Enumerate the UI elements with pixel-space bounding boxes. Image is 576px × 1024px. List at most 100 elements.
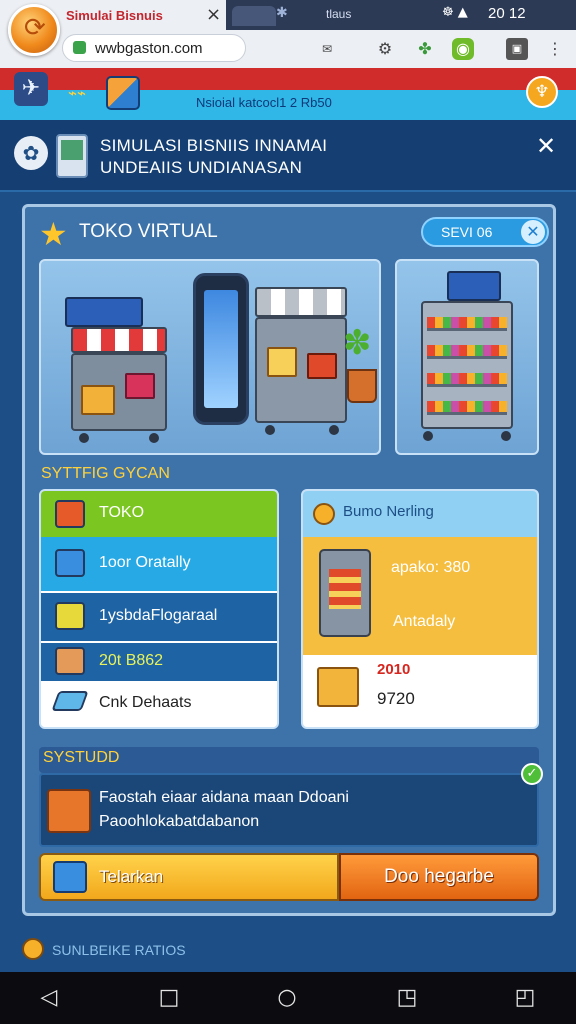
stats-value-2: Antadaly xyxy=(393,613,456,630)
shelf-row xyxy=(427,345,507,359)
goods-box-icon xyxy=(81,385,115,415)
shop-scene-shelf[interactable] xyxy=(395,259,539,455)
wheel-icon xyxy=(329,425,339,435)
lock-icon xyxy=(73,41,86,54)
notice-line1: Faostah eiaar aidana maan Ddoani xyxy=(99,789,349,806)
close-icon[interactable]: ✕ xyxy=(536,132,556,160)
url-text[interactable]: wwbgaston.com xyxy=(95,40,203,57)
bookmark-icon[interactable]: ◳ xyxy=(392,984,422,1012)
stats-value-1: apako: 380 xyxy=(391,559,471,576)
jet-icon[interactable]: ✈ xyxy=(14,72,48,106)
status-time: 20 12 xyxy=(488,5,526,22)
wheel-icon xyxy=(501,431,511,441)
store-pill-button[interactable]: SEVI 06 ✕ xyxy=(421,217,549,247)
stats-card: Bumo Nerling apako: 380 Antadaly 2010 97… xyxy=(301,489,539,729)
plant-icon: ✽ xyxy=(343,323,372,363)
browser-chrome: Simulai Bisnuis × ✱ tlaus ☸ ▲ 20 12 wwbg… xyxy=(0,0,576,68)
vending-machine-icon xyxy=(319,549,371,637)
shelf-sign-icon xyxy=(447,271,501,301)
card-icon xyxy=(51,691,89,711)
gear-logo-icon: ✿ xyxy=(14,136,48,170)
app-logo-icon[interactable] xyxy=(8,4,60,56)
system-nav-bar: ◁ □ ○ ◳ ◰ xyxy=(0,972,576,1024)
document-icon xyxy=(56,134,88,178)
list-section-label: SYTTFIG GYCAN xyxy=(41,465,170,482)
settings-icon[interactable]: ⚙ xyxy=(374,38,396,60)
store-panel: ★ TOKO VIRTUAL SEVI 06 ✕ ✽ SYTTFIG GYCAN… xyxy=(22,204,556,916)
awning-icon xyxy=(71,327,167,353)
extension-icon[interactable]: ◉ xyxy=(452,38,474,60)
browser-tab-title[interactable]: Simulai Bisnuis xyxy=(66,8,163,23)
star-icon: ★ xyxy=(39,215,68,253)
shelf-row xyxy=(427,373,507,387)
game-bar-title: Nsioial katcocl1 2 Rb50 xyxy=(196,95,332,110)
system-section: SYSTUDD xyxy=(39,747,539,773)
second-tab-label[interactable]: tlaus xyxy=(326,7,351,21)
shop-scene-main[interactable]: ✽ xyxy=(39,259,381,455)
glyph-icon[interactable]: ⌁⌁ xyxy=(68,84,86,102)
page-title-line1: SIMULASI BISNIIS INNAMAI xyxy=(100,136,328,155)
stats-value-black: 9720 xyxy=(377,689,415,708)
shop-sign-icon xyxy=(65,297,143,327)
phone-screen xyxy=(204,290,238,408)
address-bar[interactable]: wwbgaston.com xyxy=(62,34,246,62)
list-item[interactable]: 1ysbdaFlogaraal xyxy=(41,593,277,641)
list-item-label: TOKO xyxy=(99,504,145,521)
bag-icon xyxy=(55,549,85,577)
telarkan-label: Telarkan xyxy=(99,867,164,886)
notice-line2: Paoohlokabatdabanon xyxy=(99,813,260,830)
translate-icon[interactable]: ✉ xyxy=(316,38,338,60)
panel-title: TOKO VIRTUAL xyxy=(79,221,218,242)
notice-card[interactable]: Faostah eiaar aidana maan Ddoani Paoohlo… xyxy=(39,773,539,847)
list-item[interactable]: 1oor Oratally xyxy=(41,537,277,591)
list-item-label: 20t B862 xyxy=(99,652,164,669)
puzzle-icon[interactable]: ✤ xyxy=(414,38,436,60)
brick-icon xyxy=(55,500,85,528)
check-icon: ✓ xyxy=(521,763,543,785)
shelf-goods-icon xyxy=(307,353,337,379)
store-list: TOKO 1oor Oratally 1ysbdaFlogaraal 20t B… xyxy=(39,489,279,729)
smartphone-icon xyxy=(193,273,249,425)
list-item[interactable]: 20t B862 xyxy=(41,643,277,681)
trophy-icon[interactable]: ♆ xyxy=(526,76,558,108)
stats-heading: Bumo Nerling xyxy=(343,503,434,520)
tabs-icon[interactable]: ▣ xyxy=(506,38,528,60)
page-title-line2: UNDEAIIS UNDIANASAN xyxy=(100,158,303,177)
menu-dots-icon[interactable]: ⋮ xyxy=(544,38,566,60)
game-top-bar xyxy=(0,68,576,120)
home-icon[interactable]: ○ xyxy=(272,984,302,1012)
gift-box-icon xyxy=(125,373,155,399)
system-section-label: SYSTUDD xyxy=(43,749,120,766)
stats-header: Bumo Nerling xyxy=(303,491,537,537)
parcel-icon xyxy=(55,647,85,675)
wheel-icon xyxy=(149,433,159,443)
primary-action-button[interactable]: Doo hegarbe xyxy=(339,853,539,901)
signal-icon: ☸ ▲ xyxy=(442,5,468,20)
recent-apps-icon[interactable]: ◰ xyxy=(510,984,540,1012)
cube-icon[interactable] xyxy=(106,76,140,110)
list-item-toko[interactable]: TOKO xyxy=(41,491,277,537)
footer-text[interactable]: SUNLBEIKE RATIOS xyxy=(52,942,186,958)
coin-icon xyxy=(313,503,335,525)
shelf-row xyxy=(427,317,507,331)
page-header: ✿ SIMULASI BISNIIS INNAMAI UNDEAIIS UNDI… xyxy=(0,120,576,192)
grey-awning-icon xyxy=(255,287,347,317)
wheel-icon xyxy=(423,431,433,441)
back-icon[interactable]: ◁ xyxy=(34,984,64,1012)
square-icon[interactable]: □ xyxy=(154,984,184,1012)
second-tab[interactable] xyxy=(232,6,276,26)
info-coin-icon xyxy=(22,938,44,960)
basket-icon xyxy=(47,789,91,833)
crate-icon xyxy=(55,602,85,630)
pill-close-icon[interactable]: ✕ xyxy=(521,220,545,244)
wheel-icon xyxy=(79,433,89,443)
cube-button-icon xyxy=(53,861,87,893)
list-item[interactable]: Cnk Dehaats xyxy=(41,681,277,727)
pill-label: SEVI 06 xyxy=(441,224,493,240)
stats-value-red: 2010 xyxy=(377,661,411,678)
bluetooth-icon: ✱ xyxy=(276,5,288,21)
shelf-goods-icon xyxy=(267,347,297,377)
stats-highlight: apako: 380 Antadaly xyxy=(303,537,537,655)
telarkan-button[interactable]: Telarkan xyxy=(39,853,339,901)
close-tab-icon[interactable]: × xyxy=(206,4,221,25)
